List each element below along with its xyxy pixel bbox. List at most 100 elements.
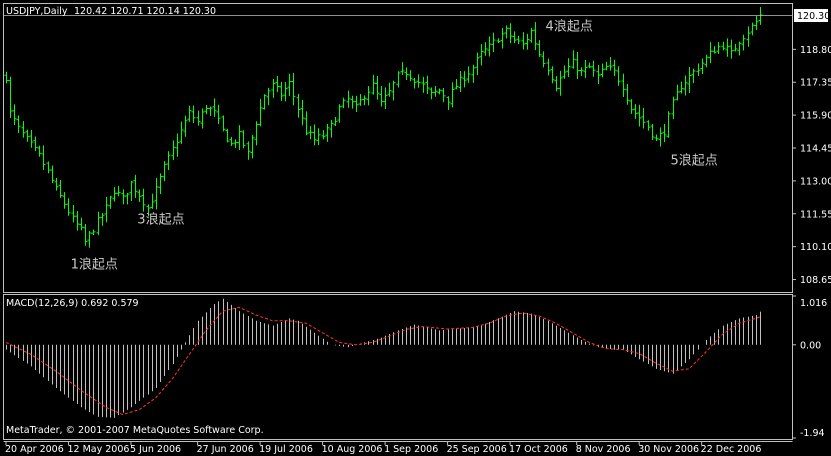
price-bar: [383, 87, 388, 110]
price-bar: [721, 41, 726, 51]
price-axis: 118.80 117.35 115.90 114.45 113.00 111.55 110.…: [792, 45, 831, 286]
price-bar: [404, 67, 409, 81]
price-bar: [737, 41, 742, 56]
price-bar: [237, 125, 242, 150]
price-bar: [283, 82, 288, 102]
price-bar: [671, 96, 676, 120]
price-bar: [37, 145, 42, 157]
price-bar: [579, 67, 584, 76]
price-bar: [487, 36, 492, 57]
price-bar: [275, 76, 280, 93]
price-bar: [441, 88, 446, 103]
price-bar: [216, 104, 221, 125]
price-bar: [183, 115, 188, 137]
wave-annotation: 4浪起点: [546, 20, 593, 35]
price-bar: [391, 80, 396, 101]
price-bar: [333, 117, 338, 127]
price-bar: [196, 110, 201, 126]
price-bar: [491, 32, 496, 53]
price-bar: [483, 42, 488, 56]
price-bar: [479, 44, 484, 66]
price-bar: [362, 95, 367, 106]
price-bar: [746, 26, 751, 47]
price-bar: [546, 58, 551, 76]
price-bar: [271, 78, 276, 98]
price-bar: [291, 72, 296, 106]
price-bar: [625, 83, 630, 105]
price-pane-frame: [3, 3, 793, 293]
price-bar: [346, 90, 351, 108]
price-bar: [633, 104, 638, 119]
indicator-label: MACD(12,26,9) 0.692 0.579: [6, 298, 139, 309]
price-bar: [508, 23, 513, 44]
price-bar: [571, 50, 576, 69]
price-bar: [650, 124, 655, 141]
price-bar: [371, 74, 376, 95]
price-bar: [300, 99, 305, 126]
price-bar: [133, 174, 138, 198]
price-bar: [21, 121, 26, 138]
price-bar: [158, 173, 163, 195]
price-bar: [558, 70, 563, 96]
price-bar: [175, 133, 180, 157]
time-tick-label: 5 Jun 2006: [130, 444, 181, 455]
price-bar: [429, 87, 434, 100]
price-bar: [250, 134, 255, 159]
price-bar: [604, 61, 609, 71]
price-bar: [662, 123, 667, 143]
price-bar: [325, 124, 330, 142]
time-tick-label: 1 Sep 2006: [384, 444, 438, 455]
price-bar: [316, 128, 321, 146]
price-bar: [654, 134, 659, 141]
price-bar: [437, 88, 442, 95]
price-bar: [8, 76, 13, 119]
price-bar: [646, 120, 651, 131]
price-bar: [458, 70, 463, 92]
price-bar: [658, 127, 663, 147]
price-bar: [504, 25, 509, 39]
symbol-label: USDJPY,Daily: [6, 6, 68, 17]
price-bar: [679, 81, 684, 94]
price-bar: [712, 46, 717, 54]
price-bar: [412, 77, 417, 89]
price-bar: [296, 93, 301, 118]
price-bar: [212, 98, 217, 117]
price-bar: [687, 67, 692, 94]
price-bar: [358, 94, 363, 106]
price-bar: [758, 7, 763, 25]
price-bar: [246, 141, 251, 160]
price-bar: [50, 165, 55, 184]
copyright-text: MetaTrader, © 2001-2007 MetaQuotes Softw…: [6, 425, 264, 436]
price-bar: [375, 76, 380, 100]
price-bar: [704, 54, 709, 68]
price-bar: [25, 129, 30, 142]
price-bar: [512, 31, 517, 44]
price-bar: [575, 51, 580, 79]
price-bar: [279, 81, 284, 101]
price-bar: [108, 195, 113, 209]
price-bar: [641, 107, 646, 129]
price-bar: [400, 62, 405, 76]
price-bar: [629, 99, 634, 114]
price-tick-label: 108.65: [800, 275, 831, 286]
price-bar: [396, 71, 401, 88]
price-bar: [600, 63, 605, 78]
time-tick-label: 8 Nov 2006: [576, 444, 631, 455]
price-bar: [33, 136, 38, 152]
price-bar: [171, 140, 176, 161]
macd-axis: 1.016 0.00 -1.94: [792, 295, 827, 439]
price-bar: [425, 75, 430, 94]
price-bar: [700, 58, 705, 75]
price-bar: [233, 139, 238, 148]
price-bar: [529, 27, 534, 43]
wave-annotation: 5浪起点: [671, 153, 718, 168]
price-tick-label: 114.45: [800, 144, 831, 155]
price-bar: [729, 39, 734, 59]
price-bar: [450, 82, 455, 108]
price-bar: [258, 98, 263, 127]
price-bar: [96, 211, 101, 236]
macd-tick-label: 1.016: [800, 298, 827, 309]
price-tick-label: 110.10: [800, 242, 831, 253]
time-tick-label: 22 Dec 2006: [701, 444, 762, 455]
ohlc-label: 120.42 120.71 120.14 120.30: [74, 6, 216, 17]
